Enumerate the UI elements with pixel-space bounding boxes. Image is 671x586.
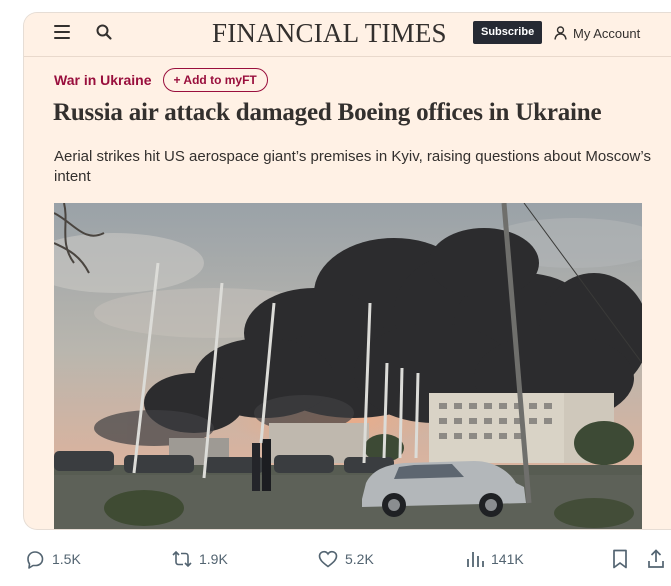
views-button[interactable]: 141K <box>465 548 524 570</box>
repost-icon <box>172 550 192 568</box>
views-count: 141K <box>491 551 524 567</box>
views-icon <box>467 552 484 567</box>
menu-icon[interactable] <box>54 25 70 39</box>
repost-button[interactable]: 1.9K <box>171 548 228 570</box>
repost-count: 1.9K <box>199 551 228 567</box>
bookmark-icon[interactable] <box>610 548 630 570</box>
article-headline[interactable]: Russia air attack damaged Boeing offices… <box>53 98 653 128</box>
like-button[interactable]: 5.2K <box>317 548 374 570</box>
my-account-label: My Account <box>573 25 641 41</box>
share-icon[interactable] <box>646 548 666 570</box>
ft-article-card[interactable]: FINANCIAL TIMES Subscribe My Account War… <box>23 12 671 530</box>
hero-image <box>54 203 642 529</box>
tweet-action-bar: 1.5K 1.9K 5.2K 141K <box>0 540 671 580</box>
add-to-myft-button[interactable]: + Add to myFT <box>162 68 268 92</box>
article-standfirst: Aerial strikes hit US aerospace giant’s … <box>54 148 651 185</box>
reply-icon <box>27 551 44 569</box>
topic-row: War in Ukraine + Add to myFT <box>54 68 268 92</box>
subscribe-button[interactable]: Subscribe <box>473 21 543 44</box>
ft-logo[interactable]: FINANCIAL TIMES <box>212 18 447 49</box>
reply-button[interactable]: 1.5K <box>24 548 81 570</box>
user-icon <box>554 26 567 40</box>
ft-header: FINANCIAL TIMES Subscribe My Account <box>24 13 671 57</box>
search-icon[interactable] <box>95 23 113 41</box>
my-account-link[interactable]: My Account <box>554 24 640 42</box>
topic-link[interactable]: War in Ukraine <box>54 72 152 88</box>
reply-count: 1.5K <box>52 551 81 567</box>
heart-icon <box>318 550 338 568</box>
like-count: 5.2K <box>345 551 374 567</box>
